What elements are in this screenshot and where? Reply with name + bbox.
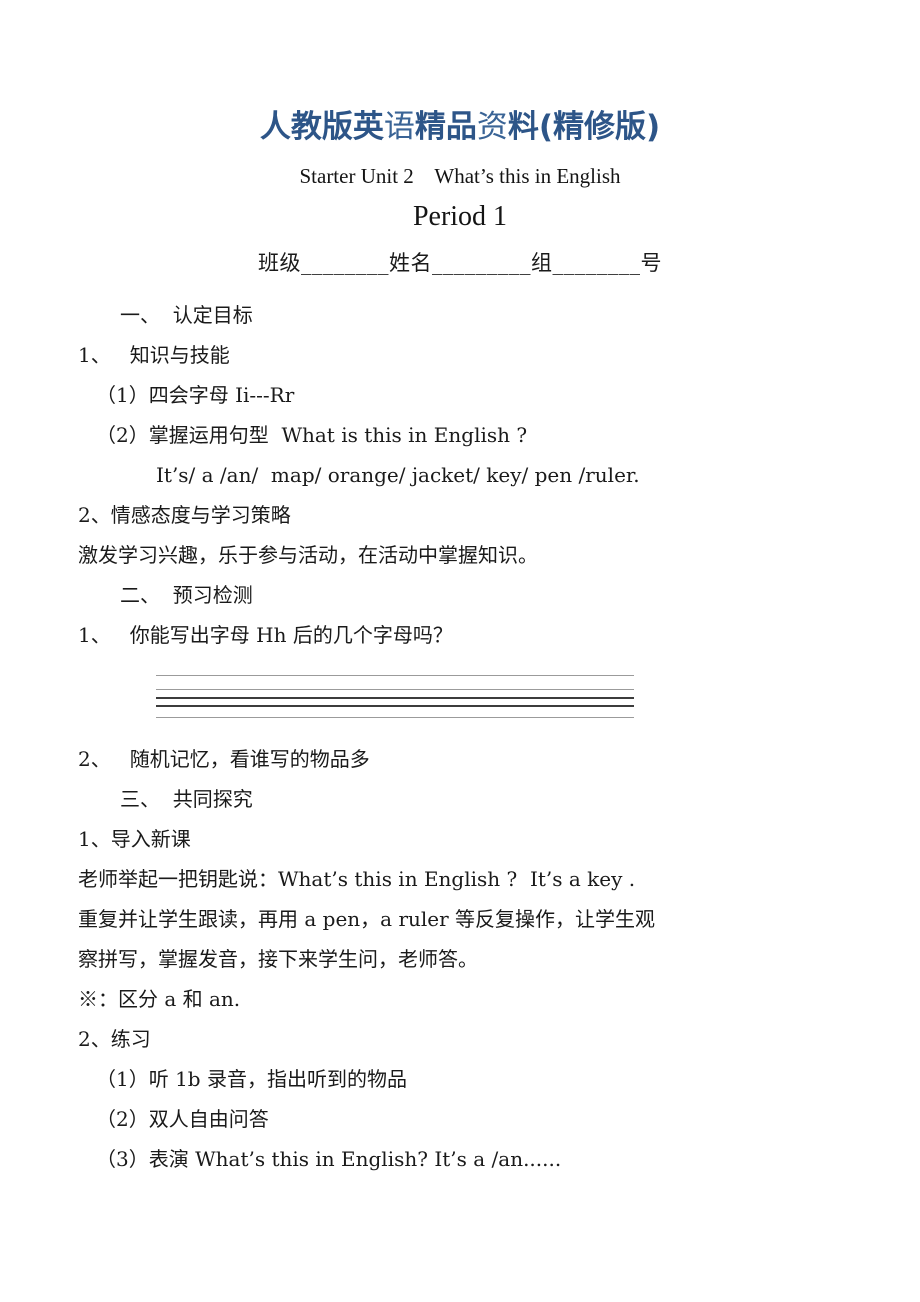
question-write-letters: 1、 你能写出字母 Hh 后的几个字母吗？ [78, 623, 453, 647]
banner-segment-2: 语 [383, 109, 415, 145]
heading-preview-check: 二、 预习检测 [120, 583, 253, 607]
staff-rule-5 [156, 717, 634, 718]
question-random-memory: 2、 随机记忆，看谁写的物品多 [78, 747, 370, 771]
banner-header: 人教版英语精品资料(精修版) [78, 0, 842, 143]
period-title: Period 1 [412, 201, 508, 232]
paragraph-teacher-demo-1: 老师举起一把钥匙说：What’s this in English ? It’s … [78, 867, 636, 891]
staff-rule-4 [156, 705, 634, 707]
practice-listen-1b: （1）听 1b 录音，指出听到的物品 [96, 1067, 407, 1091]
item-lead-in: 1、导入新课 [78, 827, 191, 851]
note-a-vs-an: ※：区分 a 和 an. [78, 987, 241, 1011]
heading-objectives: 一、 认定目标 [120, 303, 253, 327]
student-info-line: 班级________姓名_________组________号 [258, 251, 662, 275]
content-block-lower: 2、 随机记忆，看谁写的物品多 三、 共同探究 1、导入新课 老师举起一把钥匙说… [78, 739, 842, 1179]
content-block-upper: 一、 认定目标 1、 知识与技能 （1）四会字母 Ii---Rr （2）掌握运用… [78, 295, 842, 655]
four-line-writing-staff[interactable] [156, 671, 634, 725]
paragraph-teacher-demo-2: 重复并让学生跟读，再用 a pen，a ruler 等反复操作，让学生观 [78, 907, 656, 931]
practice-role-play: （3）表演 What’s this in English? It’s a /an… [96, 1147, 562, 1171]
banner-segment-5: 料(精修版) [507, 109, 661, 145]
writing-staff-area [78, 671, 842, 725]
paragraph-teacher-demo-3: 察拼写，掌握发音，接下来学生问，老师答。 [78, 947, 478, 971]
item-practice: 2、练习 [78, 1027, 151, 1051]
unit-title: Starter Unit 2 What’s this in English [299, 164, 621, 188]
heading-joint-exploration: 三、 共同探究 [120, 787, 253, 811]
staff-rule-1 [156, 675, 634, 676]
banner-text: 人教版英语精品资料(精修版) [78, 112, 842, 143]
staff-rule-2 [156, 689, 634, 690]
banner-segment-1: 人教版英 [259, 109, 384, 145]
item-attitude-detail: 激发学习兴趣，乐于参与活动，在活动中掌握知识。 [78, 543, 538, 567]
practice-pair-work: （2）双人自由问答 [96, 1107, 269, 1131]
item-knowledge-skills: 1、 知识与技能 [78, 343, 230, 367]
banner-segment-4: 资 [476, 109, 508, 145]
item-sentence-pattern: （2）掌握运用句型 What is this in English ? [96, 423, 528, 447]
item-letters: （1）四会字母 Ii---Rr [96, 383, 295, 407]
staff-rule-3 [156, 697, 634, 699]
item-sentence-examples: It’s/ a /an/ map/ orange/ jacket/ key/ p… [156, 463, 640, 487]
document-page: 人教版英语精品资料(精修版) Starter Unit 2 What’s thi… [0, 0, 920, 1302]
item-attitude-strategy: 2、情感态度与学习策略 [78, 503, 291, 527]
banner-segment-3: 精品 [414, 109, 477, 145]
